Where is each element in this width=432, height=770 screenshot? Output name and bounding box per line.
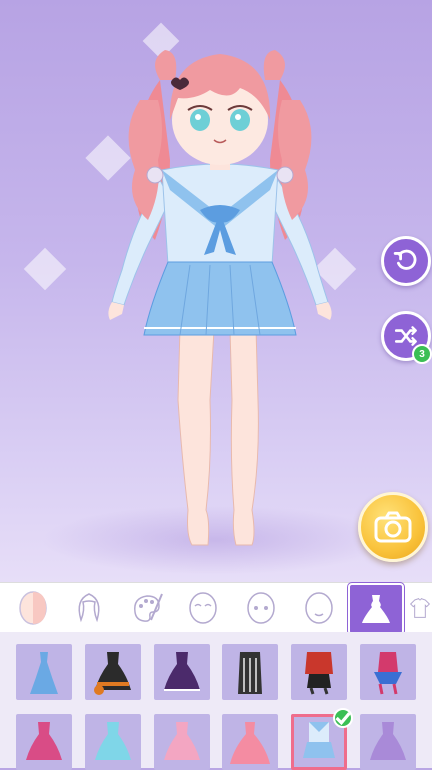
category-tab-bar bbox=[0, 582, 432, 635]
hair-icon bbox=[78, 593, 100, 623]
pumpkin-dress-icon bbox=[94, 652, 131, 695]
tab-accessory[interactable] bbox=[408, 587, 432, 629]
randomize-button[interactable]: 3 bbox=[381, 311, 432, 364]
screenshot-camera-button[interactable] bbox=[358, 492, 428, 562]
reset-button[interactable] bbox=[381, 236, 431, 286]
purple-lolita-icon bbox=[164, 652, 200, 691]
character-stage: 3 bbox=[0, 0, 432, 582]
mouth-icon bbox=[305, 592, 333, 624]
outfit-item-sailor-school-uniform[interactable] bbox=[291, 708, 353, 770]
outfit-item-pink-frill-dress[interactable] bbox=[154, 714, 210, 770]
tab-outfit[interactable] bbox=[348, 583, 404, 635]
eyes-icon bbox=[247, 592, 275, 624]
camera-icon bbox=[374, 511, 412, 543]
lavender-dress-icon bbox=[370, 722, 406, 760]
skin-tone-icon bbox=[19, 591, 47, 625]
red-jacket-icon bbox=[305, 652, 333, 695]
outfit-item-halloween-pumpkin-dress[interactable] bbox=[85, 644, 141, 700]
tab-face[interactable] bbox=[178, 587, 228, 629]
bg-diamond bbox=[23, 247, 67, 291]
tab-color[interactable] bbox=[122, 587, 172, 629]
outfit-item-coral-ball-gown[interactable] bbox=[222, 714, 278, 770]
pink-frill-dress-icon bbox=[164, 722, 200, 760]
character[interactable] bbox=[100, 40, 340, 555]
tab-hair[interactable] bbox=[64, 587, 114, 629]
tab-mouth[interactable] bbox=[294, 587, 344, 629]
outfit-item-blue-gown[interactable] bbox=[16, 644, 72, 700]
outfit-item-aqua-fairy-dress[interactable] bbox=[85, 714, 141, 770]
randomize-count-badge: 3 bbox=[412, 344, 432, 364]
undo-icon bbox=[393, 249, 417, 270]
jester-outfit-icon bbox=[374, 652, 402, 695]
selected-check-icon bbox=[333, 708, 353, 728]
pink-lace-dress-icon bbox=[26, 722, 62, 760]
striped-coat-icon bbox=[238, 652, 262, 694]
aqua-fairy-dress-icon bbox=[95, 722, 131, 760]
dress-icon bbox=[362, 595, 390, 623]
tab-body[interactable] bbox=[8, 587, 58, 629]
outfit-item-black-striped-coat[interactable] bbox=[222, 644, 278, 700]
outfit-grid bbox=[0, 632, 432, 770]
outfit-item-red-jacket-outfit[interactable] bbox=[291, 644, 347, 700]
face-icon bbox=[189, 592, 217, 624]
shirt-icon bbox=[409, 598, 431, 618]
tab-eyes[interactable] bbox=[236, 587, 286, 629]
blue-gown-icon bbox=[30, 652, 58, 694]
outfit-item-pink-lace-dress[interactable] bbox=[16, 714, 72, 770]
outfit-item-jester-outfit[interactable] bbox=[360, 644, 416, 700]
outfit-item-lavender-frill-dress[interactable] bbox=[360, 714, 416, 770]
outfit-item-dark-purple-lolita[interactable] bbox=[154, 644, 210, 700]
palette-icon bbox=[134, 593, 163, 622]
coral-ball-gown-icon bbox=[230, 722, 270, 764]
